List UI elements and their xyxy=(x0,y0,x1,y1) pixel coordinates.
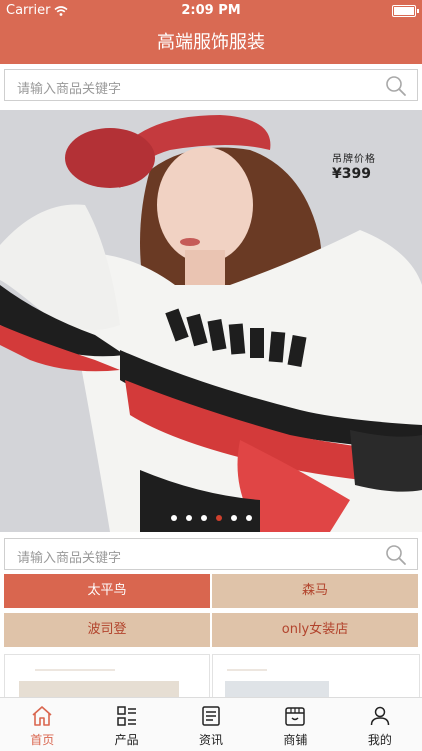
search-icon[interactable] xyxy=(385,75,407,97)
category-label: 波司登 xyxy=(87,622,127,637)
product-list xyxy=(0,654,422,699)
grid-list-icon xyxy=(116,706,136,726)
category-label: only女装店 xyxy=(281,622,349,637)
carousel-dot-active[interactable] xyxy=(215,515,222,521)
tab-label: 资讯 xyxy=(199,733,224,747)
search-placeholder: 请输入商品关键字 xyxy=(17,82,122,97)
status-time: 2:09 PM xyxy=(181,3,241,18)
home-icon xyxy=(32,706,52,726)
tab-home[interactable]: 首页 xyxy=(0,698,84,751)
tab-label: 产品 xyxy=(114,733,139,747)
category-label: 森马 xyxy=(301,583,328,598)
search-placeholder: 请输入商品关键字 xyxy=(17,551,122,566)
product-card[interactable] xyxy=(4,654,210,699)
search-icon[interactable] xyxy=(385,544,407,566)
battery-icon xyxy=(392,5,419,17)
nav-bar: 高端服饰服装 xyxy=(0,22,422,64)
carousel-dot[interactable] xyxy=(200,515,207,521)
search-input[interactable]: 请输入商品关键字 xyxy=(4,69,418,101)
category-button-taipingniao[interactable]: 太平鸟 xyxy=(4,574,210,608)
category-button-bosideng[interactable]: 波司登 xyxy=(4,613,210,647)
product-card[interactable] xyxy=(212,654,420,699)
tab-mine[interactable]: 我的 xyxy=(338,698,422,751)
product-card-decoration xyxy=(227,669,267,671)
tab-label: 商铺 xyxy=(283,733,308,747)
search-input-secondary[interactable]: 请输入商品关键字 xyxy=(4,538,418,570)
carousel-dots xyxy=(0,515,422,521)
category-label: 太平鸟 xyxy=(87,583,127,598)
tab-label: 我的 xyxy=(367,733,392,747)
store-icon xyxy=(285,707,306,726)
price-tag-value: ¥399 xyxy=(332,166,371,182)
category-button-senma[interactable]: 森马 xyxy=(212,574,418,608)
carousel-dot[interactable] xyxy=(230,515,237,521)
status-bar: Carrier 2:09 PM xyxy=(0,0,422,22)
carousel-dot[interactable] xyxy=(170,515,177,521)
tab-store[interactable]: 商铺 xyxy=(253,698,337,751)
carousel-dot[interactable] xyxy=(245,515,252,521)
category-button-only[interactable]: only女装店 xyxy=(212,613,418,647)
price-tag: 吊牌价格 ¥399 xyxy=(332,150,376,182)
news-icon xyxy=(202,706,220,726)
price-tag-label: 吊牌价格 xyxy=(332,154,376,165)
tab-news[interactable]: 资讯 xyxy=(169,698,253,751)
tab-products[interactable]: 产品 xyxy=(84,698,168,751)
page-title: 高端服饰服装 xyxy=(157,32,265,53)
banner-carousel[interactable]: 吊牌价格 ¥399 xyxy=(0,110,422,532)
carousel-dot[interactable] xyxy=(185,515,192,521)
user-icon xyxy=(370,706,390,726)
product-card-decoration xyxy=(35,669,115,671)
tab-label: 首页 xyxy=(30,733,55,747)
tab-bar: 首页 产品 资讯 商铺 我的 xyxy=(0,697,422,751)
